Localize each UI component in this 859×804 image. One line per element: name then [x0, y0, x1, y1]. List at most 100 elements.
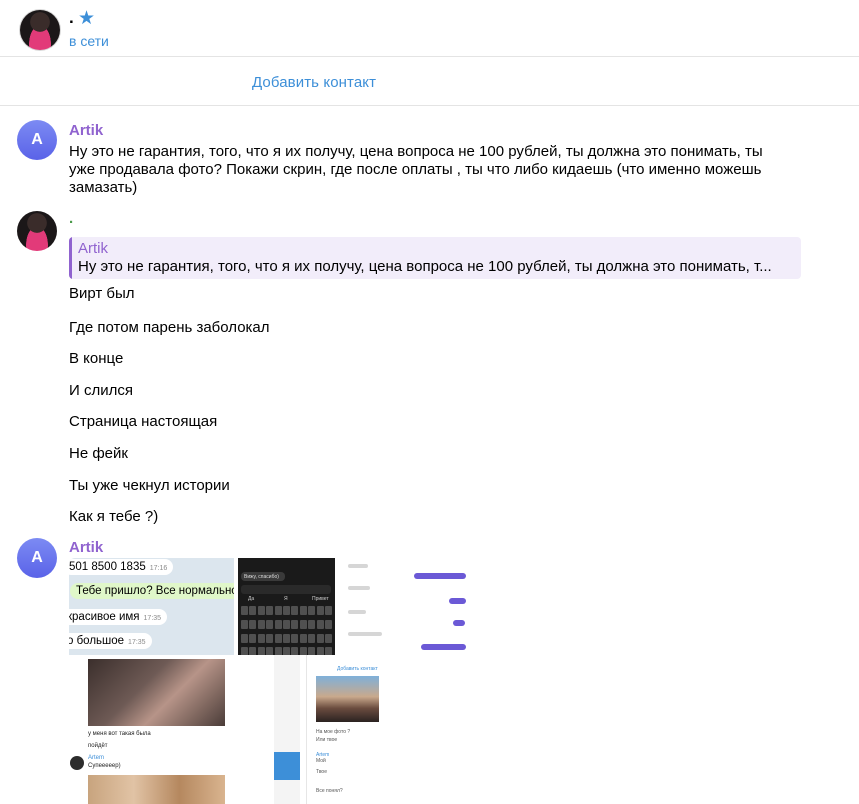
keyboard-key: [308, 606, 316, 615]
screenshot-bubble-right: [414, 573, 466, 579]
keyboard-key: [249, 606, 257, 615]
screenshot-avatar: [70, 756, 84, 770]
screenshot-input: Вижу, спасибо): [241, 572, 285, 581]
avatar-letter: A: [31, 549, 43, 566]
keyboard-key: [299, 647, 307, 655]
keyboard-key: [325, 620, 332, 629]
sender-name[interactable]: .: [69, 210, 73, 227]
star-icon: ★: [78, 8, 96, 29]
keyboard-key: [316, 606, 324, 615]
message-text-line: замазать): [69, 179, 138, 196]
contact-name[interactable]: .: [69, 8, 74, 28]
reply-quote[interactable]: Artik Ну это не гарантия, того, что я их…: [69, 237, 801, 279]
add-contact-button[interactable]: Добавить контакт: [252, 74, 376, 91]
screenshot-bubble-left: [348, 564, 368, 568]
screenshot-text: о большое: [69, 635, 125, 647]
message-line: Страница настоящая: [69, 413, 218, 430]
message-text-line: уже продавала фото? Покажи скрин, где по…: [69, 161, 762, 178]
keyboard-key: [325, 606, 332, 615]
message-text-line: Ну это не гарантия, того, что я их получ…: [69, 143, 763, 160]
keyboard-key: [308, 620, 316, 629]
keyboard-key: [291, 620, 299, 629]
attached-screenshot-3[interactable]: [339, 558, 477, 655]
screenshot-bubble-right: [449, 598, 466, 604]
attached-screenshot-2[interactable]: Вижу, спасибо) Да Я Привет: [238, 558, 335, 655]
screenshot-add-contact: Добавить контакт: [337, 666, 378, 672]
sender-avatar-artik[interactable]: A: [17, 538, 57, 578]
reply-text: Ну это не гарантия, того, что я их получ…: [78, 258, 772, 275]
screenshot-caption: Супееееер): [88, 763, 121, 769]
keyboard-key: [325, 634, 332, 643]
message-line: Вирт был: [69, 285, 135, 302]
sender-avatar-artik[interactable]: A: [17, 120, 57, 160]
screenshot-bubble-right: [453, 620, 465, 626]
suggestion: Да: [248, 596, 255, 602]
screenshot-input-field: [241, 585, 331, 594]
suggestion: Я: [284, 596, 288, 602]
screenshot-caption: у меня вот такая была: [88, 731, 151, 737]
screenshot-divider: [306, 655, 307, 804]
keyboard-key: [266, 606, 274, 615]
contact-status: в сети: [69, 33, 109, 49]
screenshot-selected-chat: [274, 752, 300, 780]
screenshot-time: 17:35: [143, 615, 162, 622]
keyboard-key: [316, 634, 324, 643]
screenshot-bubble: о большое 17:35: [69, 633, 152, 649]
keyboard-key: [316, 620, 324, 629]
screenshot-bubble: Тебе пришло? Все нормально?: [70, 583, 234, 599]
screenshot-text: 501 8500 1835: [69, 561, 146, 573]
sender-avatar-contact[interactable]: [17, 211, 57, 251]
keyboard-key: [257, 606, 265, 615]
screenshot-text: Мой: [316, 758, 326, 764]
screenshot-bubble: 501 8500 1835 17:16: [69, 559, 174, 575]
keyboard-key: [249, 620, 257, 629]
message-line: Не фейк: [69, 445, 128, 462]
screenshot-bubble: красивое имя 17:35: [69, 609, 168, 625]
attached-screenshot-5[interactable]: Добавить контакт На мое фото ? Или твое …: [272, 655, 478, 804]
keyboard-key: [299, 606, 307, 615]
screenshot-photo: [88, 775, 225, 804]
contact-avatar[interactable]: [20, 10, 60, 50]
sender-name[interactable]: Artik: [69, 539, 103, 556]
keyboard-key: [241, 634, 248, 643]
keyboard-key: [291, 647, 299, 655]
message-line: В конце: [69, 350, 124, 367]
keyboard-key: [283, 647, 290, 655]
keyboard-key: [299, 620, 307, 629]
message-line: Как я тебе ?): [69, 508, 159, 525]
keyboard-key: [249, 647, 257, 655]
screenshot-bubble-left: [348, 610, 366, 614]
keyboard-key: [325, 647, 332, 655]
screenshot-sidebar: [274, 655, 300, 804]
add-contact-bar: Добавить контакт: [0, 57, 859, 106]
keyboard-key: [266, 647, 274, 655]
screenshot-bubble-right: [421, 644, 466, 650]
message-line: И слился: [69, 382, 133, 399]
keyboard-key: [274, 620, 282, 629]
attached-screenshot-4[interactable]: у меня вот такая была пойдёт Artem Супее…: [69, 655, 234, 804]
keyboard-key: [249, 634, 257, 643]
sender-name[interactable]: Artik: [69, 122, 103, 139]
screenshot-time: 17:35: [128, 639, 146, 646]
keyboard-key: [308, 647, 316, 655]
screenshot-text: Тебе пришло? Все нормально?: [76, 585, 234, 597]
keyboard-key: [299, 634, 307, 643]
keyboard-key: [274, 634, 282, 643]
reply-bar: [69, 237, 72, 279]
attached-screenshot-1[interactable]: 501 8500 1835 17:16 Тебе пришло? Все норм…: [69, 558, 234, 655]
message-line: Где потом парень заболокал: [69, 319, 270, 336]
keyboard-key: [241, 620, 248, 629]
screenshot-bubble-left: [348, 632, 382, 636]
keyboard-key: [257, 620, 265, 629]
screenshot-photo: [88, 659, 225, 726]
keyboard-key: [266, 634, 274, 643]
keyboard-key: [266, 620, 274, 629]
screenshot-text: На мое фото ?: [316, 729, 351, 735]
keyboard-key: [291, 606, 299, 615]
screenshot-time: 17:16: [149, 565, 168, 572]
avatar-letter: A: [31, 131, 43, 148]
chat-header: . ★ в сети: [0, 0, 859, 57]
screenshot-text: Все понял?: [316, 788, 343, 794]
keyboard-key: [291, 634, 299, 643]
screenshot-bubble-left: [348, 586, 370, 590]
